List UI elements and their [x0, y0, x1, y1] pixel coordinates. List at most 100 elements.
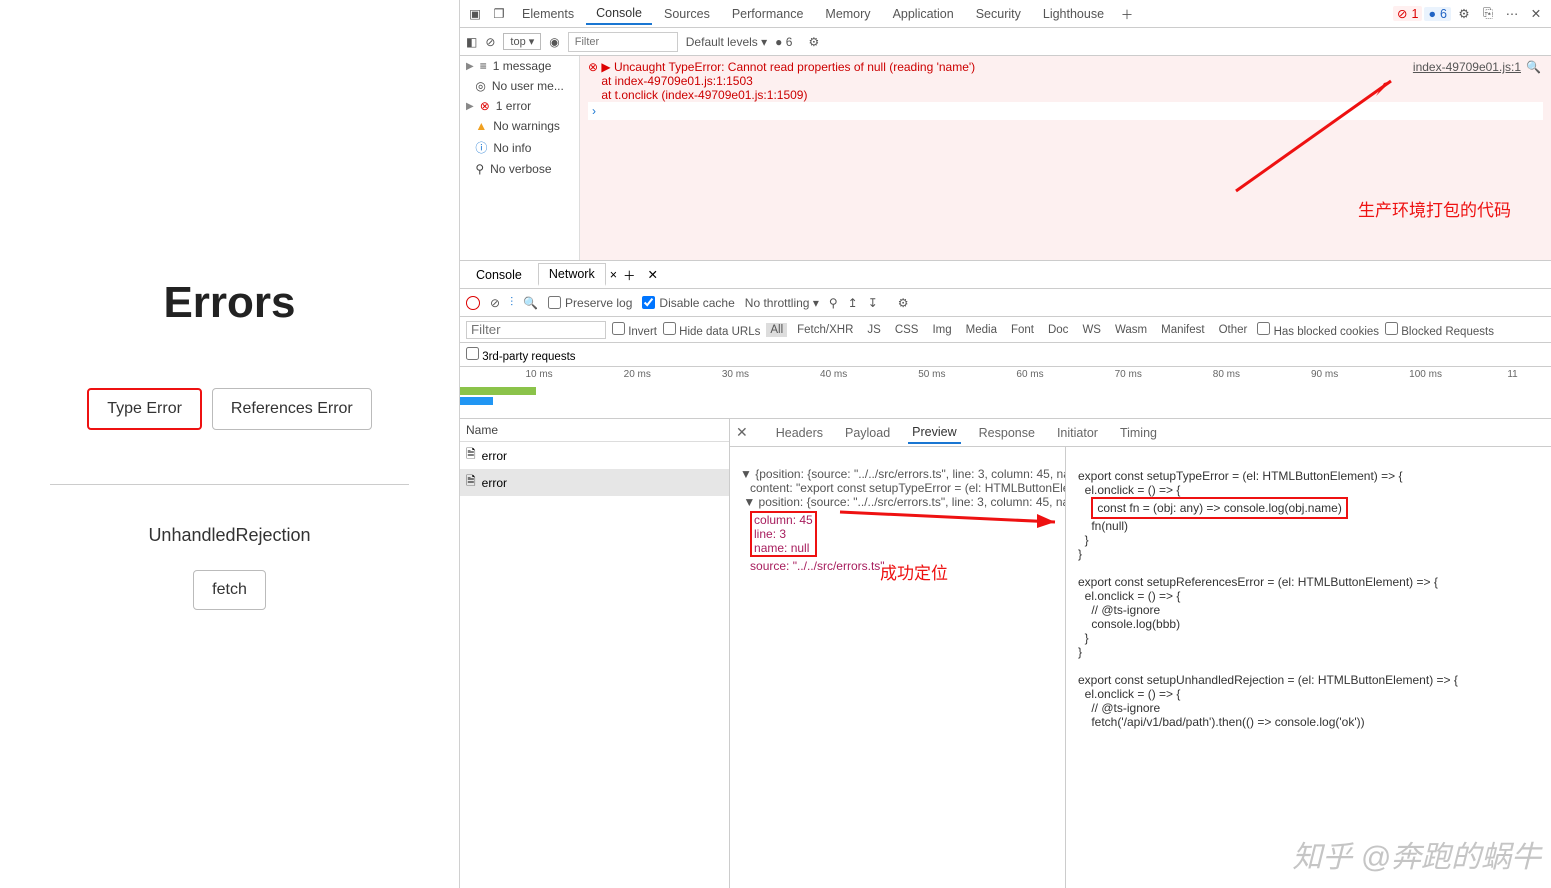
filter-type-all[interactable]: All: [766, 323, 787, 337]
references-error-button[interactable]: References Error: [212, 388, 372, 430]
filter-type-wasm[interactable]: Wasm: [1111, 323, 1151, 337]
tab-memory[interactable]: Memory: [815, 4, 880, 24]
annotation-arrow-1: [1226, 71, 1406, 201]
fetch-button[interactable]: fetch: [193, 570, 266, 610]
info-count: 6: [1440, 7, 1447, 21]
sidebar-nouser[interactable]: ◎No user me...: [460, 76, 579, 96]
throttling-selector[interactable]: No throttling ▾: [745, 296, 819, 310]
error-count-chip[interactable]: ⊘ 1: [1393, 6, 1422, 21]
disable-cache-checkbox[interactable]: Disable cache: [642, 296, 734, 310]
inspect-icon[interactable]: ▣: [464, 3, 486, 25]
sidebar-info[interactable]: ⓘNo info: [460, 136, 579, 159]
tab-application[interactable]: Application: [883, 4, 964, 24]
drawer-plus-icon[interactable]: ＋: [623, 265, 636, 284]
detail-tab-timing[interactable]: Timing: [1116, 423, 1161, 443]
blocked-requests-checkbox[interactable]: Blocked Requests: [1385, 322, 1494, 338]
detail-tab-headers[interactable]: Headers: [772, 423, 827, 443]
wifi-icon[interactable]: ⚲: [829, 296, 838, 310]
sidebar-verbose[interactable]: ⚲No verbose: [460, 159, 579, 179]
filter-type-doc[interactable]: Doc: [1044, 323, 1072, 337]
filter-type-css[interactable]: CSS: [891, 323, 923, 337]
tab-performance[interactable]: Performance: [722, 4, 814, 24]
upload-icon[interactable]: ↥: [848, 296, 858, 310]
gear-icon[interactable]: ⚙: [1453, 3, 1475, 25]
search-icon[interactable]: 🔍: [1526, 60, 1541, 74]
network-detail: ✕ Headers Payload Preview Response Initi…: [730, 419, 1551, 888]
detail-tab-payload[interactable]: Payload: [841, 423, 894, 443]
preview-source-code[interactable]: export const setupTypeError = (el: HTMLB…: [1065, 447, 1551, 888]
blocked-cookies-checkbox[interactable]: Has blocked cookies: [1257, 322, 1379, 338]
filter-type-fetch[interactable]: Fetch/XHR: [793, 323, 857, 337]
net-gear-icon[interactable]: ⚙: [898, 296, 909, 310]
invert-checkbox[interactable]: Invert: [612, 322, 657, 338]
dock-icon[interactable]: ⎘: [1477, 3, 1499, 25]
divider: [50, 484, 408, 485]
tab-sources[interactable]: Sources: [654, 4, 720, 24]
console-sidebar: ▶≡1 message ◎No user me... ▶⊗1 error ▲No…: [460, 56, 580, 260]
hide-data-urls-checkbox[interactable]: Hide data URLs: [663, 322, 760, 338]
network-filter-input[interactable]: [466, 321, 606, 339]
device-icon[interactable]: ❐: [488, 3, 510, 25]
tab-security[interactable]: Security: [966, 4, 1031, 24]
console-output: ⊗ ▶ Uncaught TypeError: Cannot read prop…: [580, 56, 1551, 260]
page-title: Errors: [163, 278, 295, 328]
detail-tab-response[interactable]: Response: [975, 423, 1039, 443]
list-header-name[interactable]: Name: [460, 419, 729, 442]
filter-type-img[interactable]: Img: [928, 323, 955, 337]
tab-elements[interactable]: Elements: [512, 4, 584, 24]
network-timeline[interactable]: 10 ms 20 ms 30 ms 40 ms 50 ms 60 ms 70 m…: [460, 367, 1551, 419]
sidebar-messages[interactable]: ▶≡1 message: [460, 56, 579, 76]
info-count-chip[interactable]: ● 6: [1424, 7, 1451, 21]
plus-icon[interactable]: ＋: [1116, 3, 1138, 25]
net-clear-icon[interactable]: ⊘: [490, 296, 500, 310]
download-icon[interactable]: ↧: [868, 296, 878, 310]
error-count: 1: [1412, 7, 1419, 21]
filter-icon[interactable]: ⫶: [510, 295, 513, 310]
preview-json[interactable]: ▼ {position: {source: "../../src/errors.…: [730, 447, 1065, 888]
drawer-tab-console[interactable]: Console: [466, 265, 532, 285]
detail-tabs: ✕ Headers Payload Preview Response Initi…: [730, 419, 1551, 447]
close-icon[interactable]: ✕: [1525, 3, 1547, 25]
more-icon[interactable]: ⋯: [1501, 3, 1523, 25]
drawer-tab-network[interactable]: Network: [538, 263, 606, 286]
source-link[interactable]: index-49709e01.js:1: [1413, 60, 1521, 74]
button-row: Type Error References Error: [87, 388, 372, 430]
record-icon[interactable]: [466, 296, 480, 310]
detail-tab-initiator[interactable]: Initiator: [1053, 423, 1102, 443]
drawer-close-tab-icon[interactable]: ×: [610, 268, 617, 282]
list-item[interactable]: 🗎error: [460, 442, 729, 469]
drawer-close-icon[interactable]: ✕: [648, 267, 658, 282]
type-error-button[interactable]: Type Error: [87, 388, 202, 430]
filter-type-media[interactable]: Media: [962, 323, 1001, 337]
network-split: Name 🗎error 🗎error ✕ Headers Payload Pre…: [460, 419, 1551, 888]
filter-type-font[interactable]: Font: [1007, 323, 1038, 337]
sidebar-toggle-icon[interactable]: ◧: [466, 35, 477, 49]
log-levels-selector[interactable]: Default levels ▾: [686, 35, 767, 49]
preserve-log-checkbox[interactable]: Preserve log: [548, 296, 632, 310]
network-toolbar: ⊘ ⫶ 🔍 Preserve log Disable cache No thro…: [460, 289, 1551, 317]
network-filter-bar: Invert Hide data URLs All Fetch/XHR JS C…: [460, 317, 1551, 343]
tab-console[interactable]: Console: [586, 3, 652, 25]
list-item[interactable]: 🗎error: [460, 469, 729, 496]
sidebar-errors[interactable]: ▶⊗1 error: [460, 96, 579, 116]
filter-type-js[interactable]: JS: [863, 323, 884, 337]
net-search-icon[interactable]: 🔍: [523, 296, 538, 310]
eye-icon[interactable]: ◉: [549, 35, 559, 49]
issue-chip[interactable]: ● 6: [775, 35, 792, 49]
filter-type-other[interactable]: Other: [1215, 323, 1252, 337]
annotation-text-2: 成功定位: [880, 559, 948, 584]
console-gear-icon[interactable]: ⚙: [808, 35, 819, 49]
tab-lighthouse[interactable]: Lighthouse: [1033, 4, 1114, 24]
app-panel: Errors Type Error References Error Unhan…: [0, 0, 460, 888]
detail-close-icon[interactable]: ✕: [736, 424, 748, 441]
console-toolbar: ◧ ⊘ top ▾ ◉ Default levels ▾ ● 6 ⚙: [460, 28, 1551, 56]
filter-type-ws[interactable]: WS: [1078, 323, 1105, 337]
third-party-checkbox[interactable]: 3rd-party requests: [466, 347, 576, 363]
detail-tab-preview[interactable]: Preview: [908, 422, 960, 444]
unhandled-rejection-label: UnhandledRejection: [148, 525, 310, 546]
context-selector[interactable]: top ▾: [503, 33, 541, 50]
sidebar-warnings[interactable]: ▲No warnings: [460, 116, 579, 136]
console-filter-input[interactable]: [568, 32, 678, 52]
clear-icon[interactable]: ⊘: [485, 35, 495, 49]
filter-type-manifest[interactable]: Manifest: [1157, 323, 1208, 337]
